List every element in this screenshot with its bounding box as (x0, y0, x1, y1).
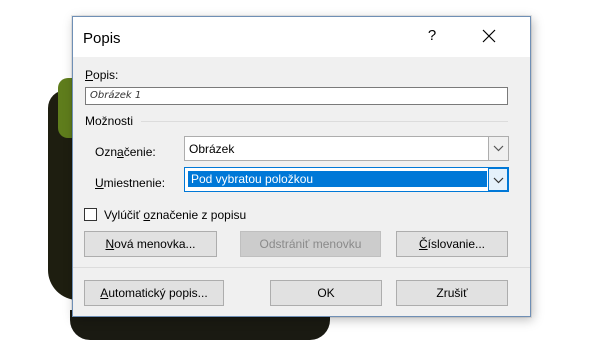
new-label-button[interactable]: Nová menovka... (84, 231, 217, 257)
button-separator (73, 267, 530, 268)
cancel-button[interactable]: Zrušiť (396, 280, 508, 306)
close-icon (482, 29, 496, 43)
position-select[interactable]: Pod vybratou položkou (184, 167, 509, 192)
label-select-dropdown-button[interactable] (488, 137, 508, 160)
chevron-down-icon (493, 177, 504, 184)
close-button[interactable] (471, 21, 507, 51)
chevron-down-icon (493, 145, 504, 152)
label-select-value: Obrázek (189, 142, 235, 156)
title-bar: Popis ? (73, 17, 530, 57)
exclude-label-checkbox[interactable] (84, 208, 97, 221)
label-select[interactable]: Obrázek (184, 136, 509, 161)
ok-button[interactable]: OK (270, 280, 382, 306)
delete-label-button[interactable]: Odstrániť menovku (240, 231, 381, 257)
caption-input[interactable]: Obrázek 1 (85, 87, 508, 105)
caption-label: Popis: (85, 68, 119, 82)
caption-dialog: Popis ? Popis: Obrázek 1 Možnosti Označe… (72, 16, 531, 317)
autocaption-button[interactable]: Automatický popis... (84, 280, 224, 306)
help-button[interactable]: ? (418, 21, 446, 51)
options-group-label: Možnosti (85, 114, 134, 128)
options-divider (141, 121, 508, 122)
dialog-title: Popis (83, 30, 121, 47)
position-field-label: Umiestnenie: (95, 176, 166, 190)
exclude-label-text: Vylúčiť označenie z popisu (104, 208, 247, 222)
label-field-label: Označenie: (95, 145, 156, 159)
position-select-value: Pod vybratou položkou (188, 171, 487, 187)
position-select-dropdown-button[interactable] (488, 168, 508, 191)
numbering-button[interactable]: Číslovanie... (396, 231, 508, 257)
